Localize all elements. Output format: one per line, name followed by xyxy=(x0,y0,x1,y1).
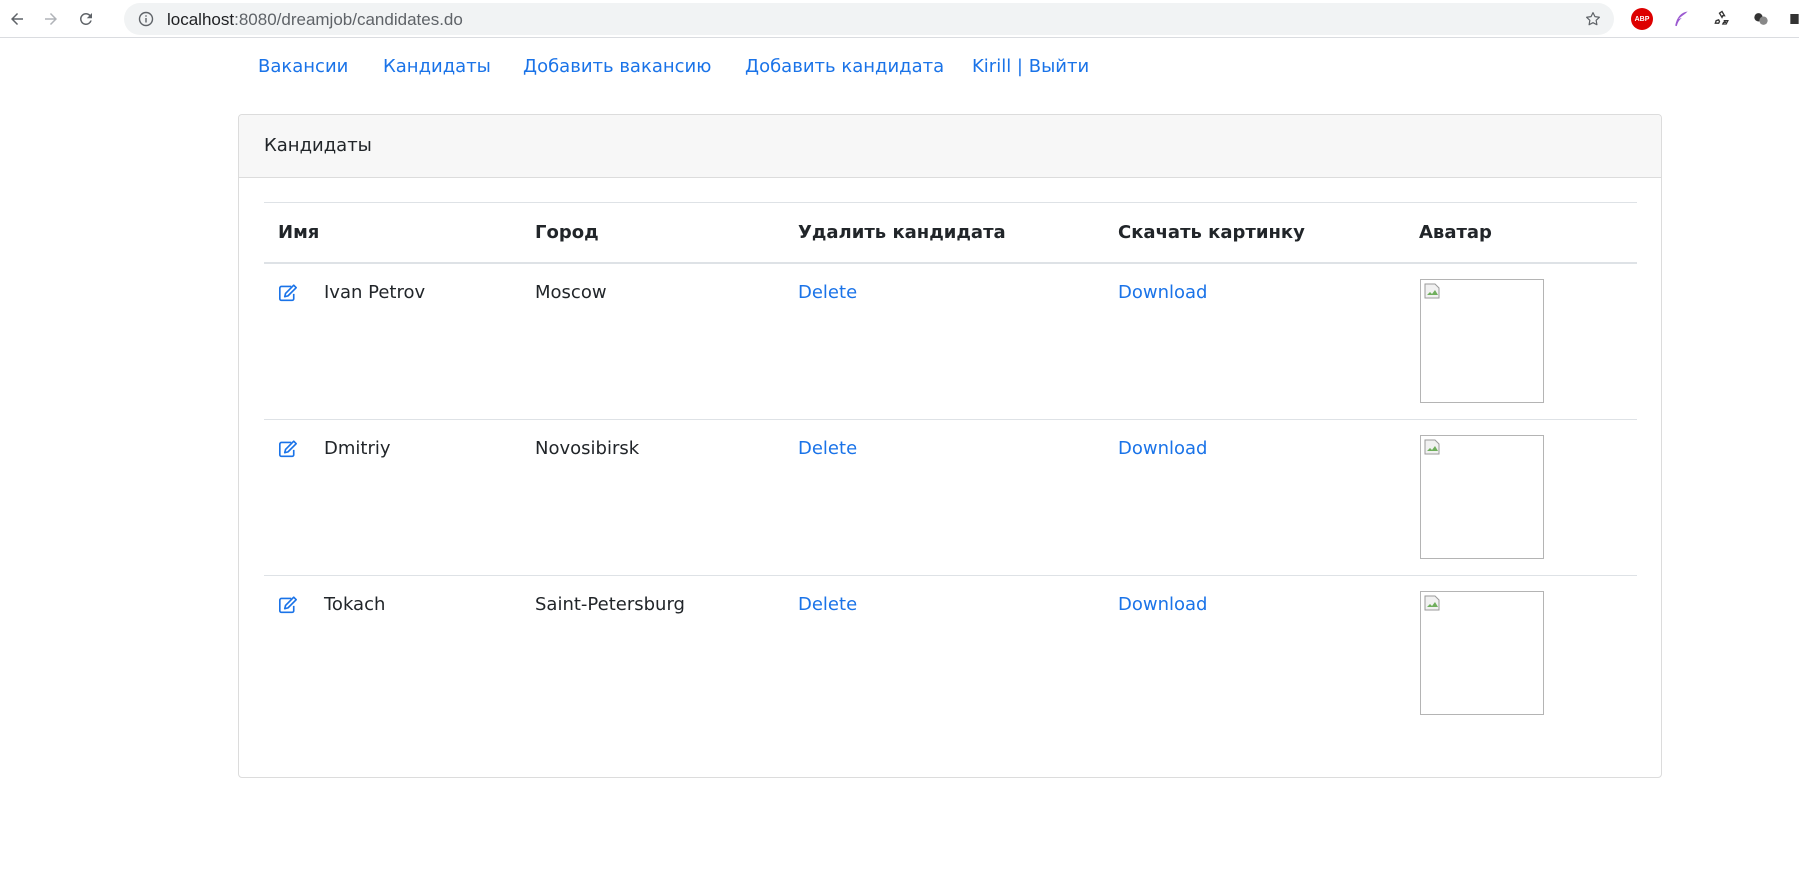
dots-icon[interactable] xyxy=(1750,8,1772,30)
candidate-name: Tokach xyxy=(324,594,386,615)
abp-label: ABP xyxy=(1634,15,1650,23)
nav-add-candidate-link[interactable]: Добавить кандидата xyxy=(745,56,944,77)
nav-vacancies-link[interactable]: Вакансии xyxy=(258,56,348,77)
edit-icon[interactable] xyxy=(278,596,298,614)
candidate-city: Saint-Petersburg xyxy=(535,594,685,615)
back-button[interactable] xyxy=(4,6,30,32)
bookmark-star-icon[interactable] xyxy=(1584,10,1602,28)
candidate-name: Dmitriy xyxy=(324,438,391,459)
delete-link[interactable]: Delete xyxy=(798,282,857,303)
url-host: localhost xyxy=(167,10,235,29)
url-path: :8080/dreamjob/candidates.do xyxy=(234,10,463,29)
edit-icon[interactable] xyxy=(278,440,298,458)
nav-candidates-link[interactable]: Кандидаты xyxy=(383,56,491,77)
header-avatar: Аватар xyxy=(1419,222,1492,243)
url-text[interactable]: localhost:8080/dreamjob/candidates.do xyxy=(167,10,463,30)
candidate-city: Novosibirsk xyxy=(535,438,640,459)
table-row: Ivan Petrov Moscow Delete Download xyxy=(264,264,1637,420)
broken-image-icon xyxy=(1424,439,1440,455)
back-arrow-icon xyxy=(11,13,23,25)
delete-link[interactable]: Delete xyxy=(798,594,857,615)
reload-icon xyxy=(79,12,92,25)
candidate-city: Moscow xyxy=(535,282,607,303)
nav-add-vacancy-link[interactable]: Добавить вакансию xyxy=(523,56,711,77)
header-delete: Удалить кандидата xyxy=(798,222,1006,243)
broken-image-icon xyxy=(1424,595,1440,611)
card-title: Кандидаты xyxy=(264,135,372,156)
abp-icon[interactable]: ABP xyxy=(1631,8,1653,30)
avatar-image xyxy=(1420,435,1544,559)
avatar-image xyxy=(1420,591,1544,715)
header-name: Имя xyxy=(278,222,320,243)
table-row: Dmitriy Novosibirsk Delete Download xyxy=(264,420,1637,576)
table-top-border xyxy=(264,202,1637,203)
candidates-card: Кандидаты Имя Город Удалить кандидата Ск… xyxy=(238,114,1662,778)
forward-arrow-icon xyxy=(45,13,57,25)
forward-button[interactable] xyxy=(38,6,64,32)
download-link[interactable]: Download xyxy=(1118,282,1207,303)
browser-toolbar: localhost:8080/dreamjob/candidates.do AB… xyxy=(0,0,1799,38)
edit-icon[interactable] xyxy=(278,284,298,302)
table-row: Tokach Saint-Petersburg Delete Download xyxy=(264,576,1637,732)
candidate-name: Ivan Petrov xyxy=(324,282,426,303)
info-icon[interactable] xyxy=(138,11,154,27)
card-header: Кандидаты xyxy=(239,115,1661,178)
reload-button[interactable] xyxy=(73,6,99,32)
download-link[interactable]: Download xyxy=(1118,438,1207,459)
header-download: Скачать картинку xyxy=(1118,222,1305,243)
nav-user-logout-link[interactable]: Kirill | Выйти xyxy=(972,56,1089,77)
recycle-icon[interactable] xyxy=(1711,8,1733,30)
puzzle-icon[interactable] xyxy=(1786,8,1799,30)
broken-image-icon xyxy=(1424,283,1440,299)
download-link[interactable]: Download xyxy=(1118,594,1207,615)
header-city: Город xyxy=(535,222,599,243)
avatar-image xyxy=(1420,279,1544,403)
feather-icon[interactable] xyxy=(1670,8,1692,30)
address-bar[interactable]: localhost:8080/dreamjob/candidates.do xyxy=(124,3,1614,35)
delete-link[interactable]: Delete xyxy=(798,438,857,459)
